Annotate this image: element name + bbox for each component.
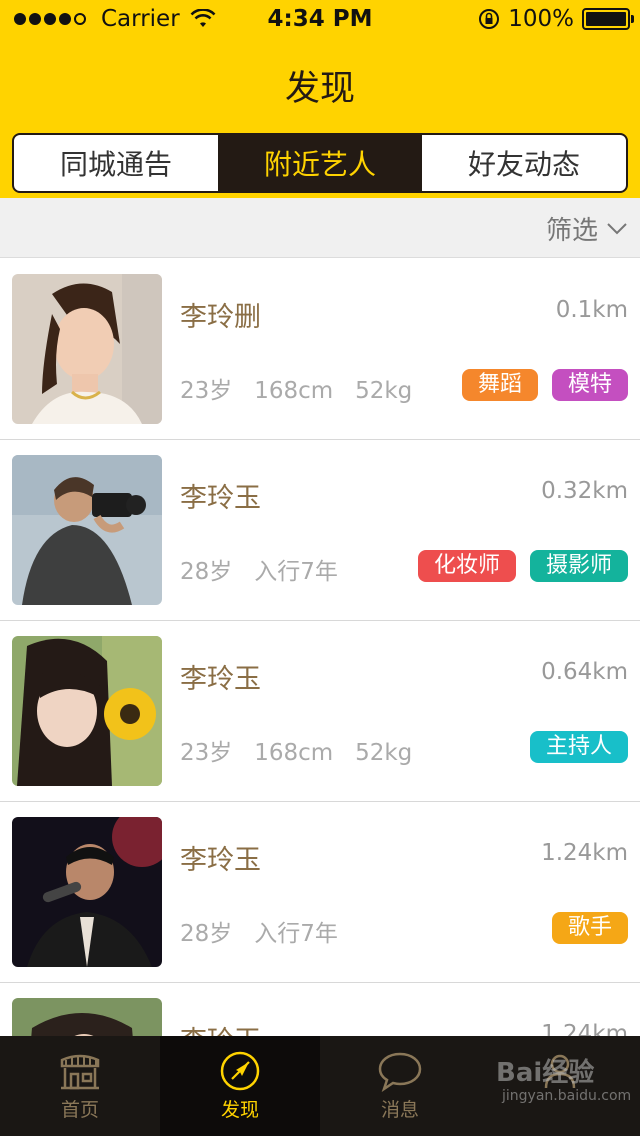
artist-name: 李玲玉 <box>180 1019 261 1036</box>
app-header: Carrier 4:34 PM 100% 发现 同城通告 附近艺人 好友动态 <box>0 0 640 198</box>
chat-bubble-icon <box>378 1052 422 1092</box>
tab-discover[interactable]: 发现 <box>160 1036 320 1136</box>
segment-label: 附近艺人 <box>263 148 376 181</box>
artist-distance: 1.24km <box>541 1021 628 1036</box>
tag-badge: 主持人 <box>529 731 628 763</box>
artist-meta: 28岁 入行7年 <box>180 921 338 947</box>
avatar <box>12 817 162 967</box>
avatar <box>12 274 162 424</box>
segment-nearby-artists[interactable]: 附近艺人 <box>218 135 422 191</box>
artist-row[interactable]: 李玲玉 0.32km 28岁 入行7年 化妆师 摄影师 <box>0 440 640 621</box>
artist-distance: 0.1km <box>555 297 628 323</box>
avatar <box>12 455 162 605</box>
avatar <box>12 636 162 786</box>
tab-home[interactable]: 首页 <box>0 1036 160 1136</box>
artist-row[interactable]: 李玲玉 0.64km 23岁 168cm 52kg 主持人 <box>0 621 640 802</box>
artist-list: 李玲删 0.1km 23岁 168cm 52kg 舞蹈 模特 李玲玉 0.32k… <box>0 259 640 1036</box>
status-bar: Carrier 4:34 PM 100% <box>0 0 640 40</box>
segment-label: 好友动态 <box>467 148 580 181</box>
artist-tags: 歌手 <box>538 912 628 944</box>
artist-name: 李玲玉 <box>180 664 261 695</box>
tag-badge: 歌手 <box>551 912 628 944</box>
artist-row[interactable]: 李玲玉 1.24km <box>0 983 640 1036</box>
tag-badge: 化妆师 <box>417 550 516 582</box>
segment-label: 同城通告 <box>59 148 172 181</box>
artist-tags: 化妆师 摄影师 <box>404 550 628 582</box>
artist-name: 李玲删 <box>180 302 261 333</box>
segment-friend-activity[interactable]: 好友动态 <box>422 135 626 191</box>
compass-icon <box>220 1051 260 1091</box>
filter-bar: 筛选 <box>0 198 640 258</box>
tag-badge: 摄影师 <box>529 550 628 582</box>
artist-distance: 0.32km <box>541 478 628 504</box>
tag-badge: 舞蹈 <box>461 369 538 401</box>
segmented-control: 同城通告 附近艺人 好友动态 <box>12 133 628 193</box>
artist-name: 李玲玉 <box>180 483 261 514</box>
watermark-url: jingyan.baidu.com <box>502 1088 632 1104</box>
artist-tags: 主持人 <box>516 731 628 763</box>
chevron-down-icon <box>607 222 627 234</box>
storefront-icon <box>60 1054 100 1090</box>
battery-icon <box>582 8 634 30</box>
rotation-lock-icon <box>479 9 500 29</box>
battery-percent: 100% <box>508 6 574 32</box>
artist-meta: 23岁 168cm 52kg <box>180 378 413 404</box>
artist-meta: 28岁 入行7年 <box>180 559 338 585</box>
artist-name: 李玲玉 <box>180 845 261 876</box>
page-title: 发现 <box>284 69 355 109</box>
tab-label: 发现 <box>220 1099 259 1121</box>
tab-label: 消息 <box>380 1099 419 1121</box>
filter-button[interactable]: 筛选 <box>546 210 628 247</box>
artist-meta: 23岁 168cm 52kg <box>180 740 413 766</box>
filter-label: 筛选 <box>545 216 598 246</box>
watermark-logo-text: Bai经验 <box>496 1058 595 1088</box>
artist-row[interactable]: 李玲删 0.1km 23岁 168cm 52kg 舞蹈 模特 <box>0 259 640 440</box>
watermark: Bai经验 jingyan.baidu.com <box>496 1048 631 1118</box>
artist-distance: 1.24km <box>541 840 628 866</box>
tab-messages[interactable]: 消息 <box>320 1036 480 1136</box>
tab-label: 首页 <box>60 1099 99 1121</box>
segment-city-notices[interactable]: 同城通告 <box>14 135 218 191</box>
avatar <box>12 998 162 1036</box>
artist-row[interactable]: 李玲玉 1.24km 28岁 入行7年 歌手 <box>0 802 640 983</box>
status-right: 100% <box>478 6 634 32</box>
tag-badge: 模特 <box>551 369 628 401</box>
artist-distance: 0.64km <box>541 659 628 685</box>
artist-tags: 舞蹈 模特 <box>448 369 628 401</box>
